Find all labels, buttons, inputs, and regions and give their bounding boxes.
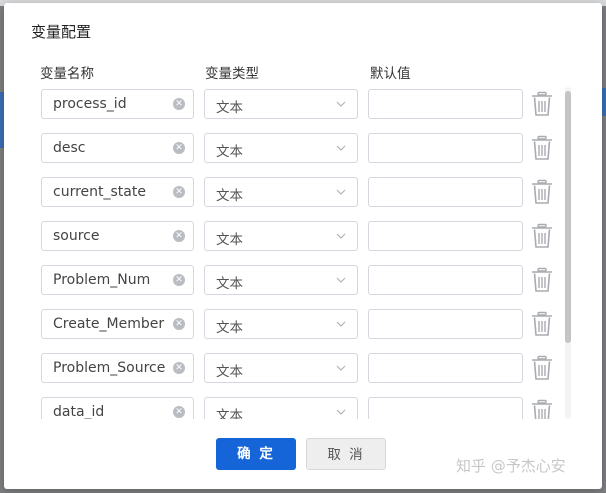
variable-name-value: Create_Member <box>53 316 165 332</box>
variable-name-input[interactable]: Create_Member ✕ <box>41 309 194 339</box>
variable-type-select[interactable]: 文本 <box>204 309 358 339</box>
variable-name-input[interactable]: desc ✕ <box>41 133 194 163</box>
variable-default-input[interactable] <box>368 133 523 163</box>
trash-icon[interactable] <box>531 223 553 249</box>
variable-row: Problem_Num ✕ 文本 <box>4 261 602 305</box>
variable-default-input[interactable] <box>368 177 523 207</box>
variable-row: Problem_Source ✕ 文本 <box>4 349 602 393</box>
trash-icon[interactable] <box>531 267 553 293</box>
dialog-title: 变量配置 <box>31 23 92 41</box>
variable-name-value: current_state <box>53 184 146 200</box>
chevron-down-icon <box>336 409 346 415</box>
variable-type-value: 文本 <box>216 320 243 336</box>
variable-type-value: 文本 <box>216 144 243 160</box>
clear-icon[interactable]: ✕ <box>173 230 185 242</box>
variable-row: process_id ✕ 文本 <box>4 85 602 129</box>
trash-icon[interactable] <box>531 91 553 117</box>
variable-row: desc ✕ 文本 <box>4 129 602 173</box>
variable-name-value: source <box>53 228 100 244</box>
variable-type-value: 文本 <box>216 408 243 419</box>
variable-name-input[interactable]: source ✕ <box>41 221 194 251</box>
clear-icon[interactable]: ✕ <box>173 186 185 198</box>
variable-name-value: process_id <box>53 96 127 112</box>
variable-config-dialog: 变量配置 变量名称 变量类型 默认值 process_id ✕ 文本 desc <box>4 3 602 489</box>
variable-default-input[interactable] <box>368 353 523 383</box>
variable-default-input[interactable] <box>368 89 523 119</box>
variable-type-value: 文本 <box>216 364 243 380</box>
variable-type-select[interactable]: 文本 <box>204 133 358 163</box>
variable-name-input[interactable]: Problem_Num ✕ <box>41 265 194 295</box>
clear-icon[interactable]: ✕ <box>173 318 185 330</box>
chevron-down-icon <box>336 365 346 371</box>
variable-type-value: 文本 <box>216 100 243 116</box>
chevron-down-icon <box>336 233 346 239</box>
variable-type-value: 文本 <box>216 188 243 204</box>
clear-icon[interactable]: ✕ <box>173 362 185 374</box>
clear-icon[interactable]: ✕ <box>173 406 185 418</box>
variable-name-value: data_id <box>53 404 105 419</box>
variable-type-value: 文本 <box>216 276 243 292</box>
column-header-type: 变量类型 <box>205 66 259 82</box>
variable-name-value: desc <box>53 140 86 156</box>
variable-default-input[interactable] <box>368 221 523 251</box>
variable-type-select[interactable]: 文本 <box>204 89 358 119</box>
trash-icon[interactable] <box>531 135 553 161</box>
variable-row: data_id ✕ 文本 <box>4 393 602 419</box>
clear-icon[interactable]: ✕ <box>173 98 185 110</box>
chevron-down-icon <box>336 145 346 151</box>
trash-icon[interactable] <box>531 355 553 381</box>
trash-icon[interactable] <box>531 311 553 337</box>
variable-row: source ✕ 文本 <box>4 217 602 261</box>
clear-icon[interactable]: ✕ <box>173 142 185 154</box>
scrollbar[interactable] <box>565 87 571 419</box>
variable-row: Create_Member ✕ 文本 <box>4 305 602 349</box>
variable-name-input[interactable]: current_state ✕ <box>41 177 194 207</box>
clear-icon[interactable]: ✕ <box>173 274 185 286</box>
cancel-button[interactable]: 取 消 <box>306 438 386 470</box>
chevron-down-icon <box>336 101 346 107</box>
chevron-down-icon <box>336 321 346 327</box>
variable-name-input[interactable]: Problem_Source ✕ <box>41 353 194 383</box>
variable-default-input[interactable] <box>368 265 523 295</box>
variable-name-input[interactable]: process_id ✕ <box>41 89 194 119</box>
column-header-default: 默认值 <box>370 66 411 82</box>
chevron-down-icon <box>336 189 346 195</box>
variable-type-select[interactable]: 文本 <box>204 177 358 207</box>
chevron-down-icon <box>336 277 346 283</box>
scrollbar-thumb[interactable] <box>565 91 571 343</box>
variable-default-input[interactable] <box>368 397 523 419</box>
variable-type-select[interactable]: 文本 <box>204 221 358 251</box>
variable-type-select[interactable]: 文本 <box>204 353 358 383</box>
column-header-name: 变量名称 <box>40 66 94 82</box>
variable-name-input[interactable]: data_id ✕ <box>41 397 194 419</box>
watermark: 知乎 @予杰心安 <box>456 457 566 475</box>
trash-icon[interactable] <box>531 179 553 205</box>
variable-row: current_state ✕ 文本 <box>4 173 602 217</box>
variable-default-input[interactable] <box>368 309 523 339</box>
variable-type-value: 文本 <box>216 232 243 248</box>
confirm-button[interactable]: 确 定 <box>216 438 296 470</box>
variable-type-select[interactable]: 文本 <box>204 397 358 419</box>
trash-icon[interactable] <box>531 399 553 419</box>
variable-list: process_id ✕ 文本 desc ✕ 文本 current_state … <box>4 85 602 419</box>
variable-type-select[interactable]: 文本 <box>204 265 358 295</box>
variable-name-value: Problem_Num <box>53 272 151 288</box>
variable-name-value: Problem_Source <box>53 360 166 376</box>
